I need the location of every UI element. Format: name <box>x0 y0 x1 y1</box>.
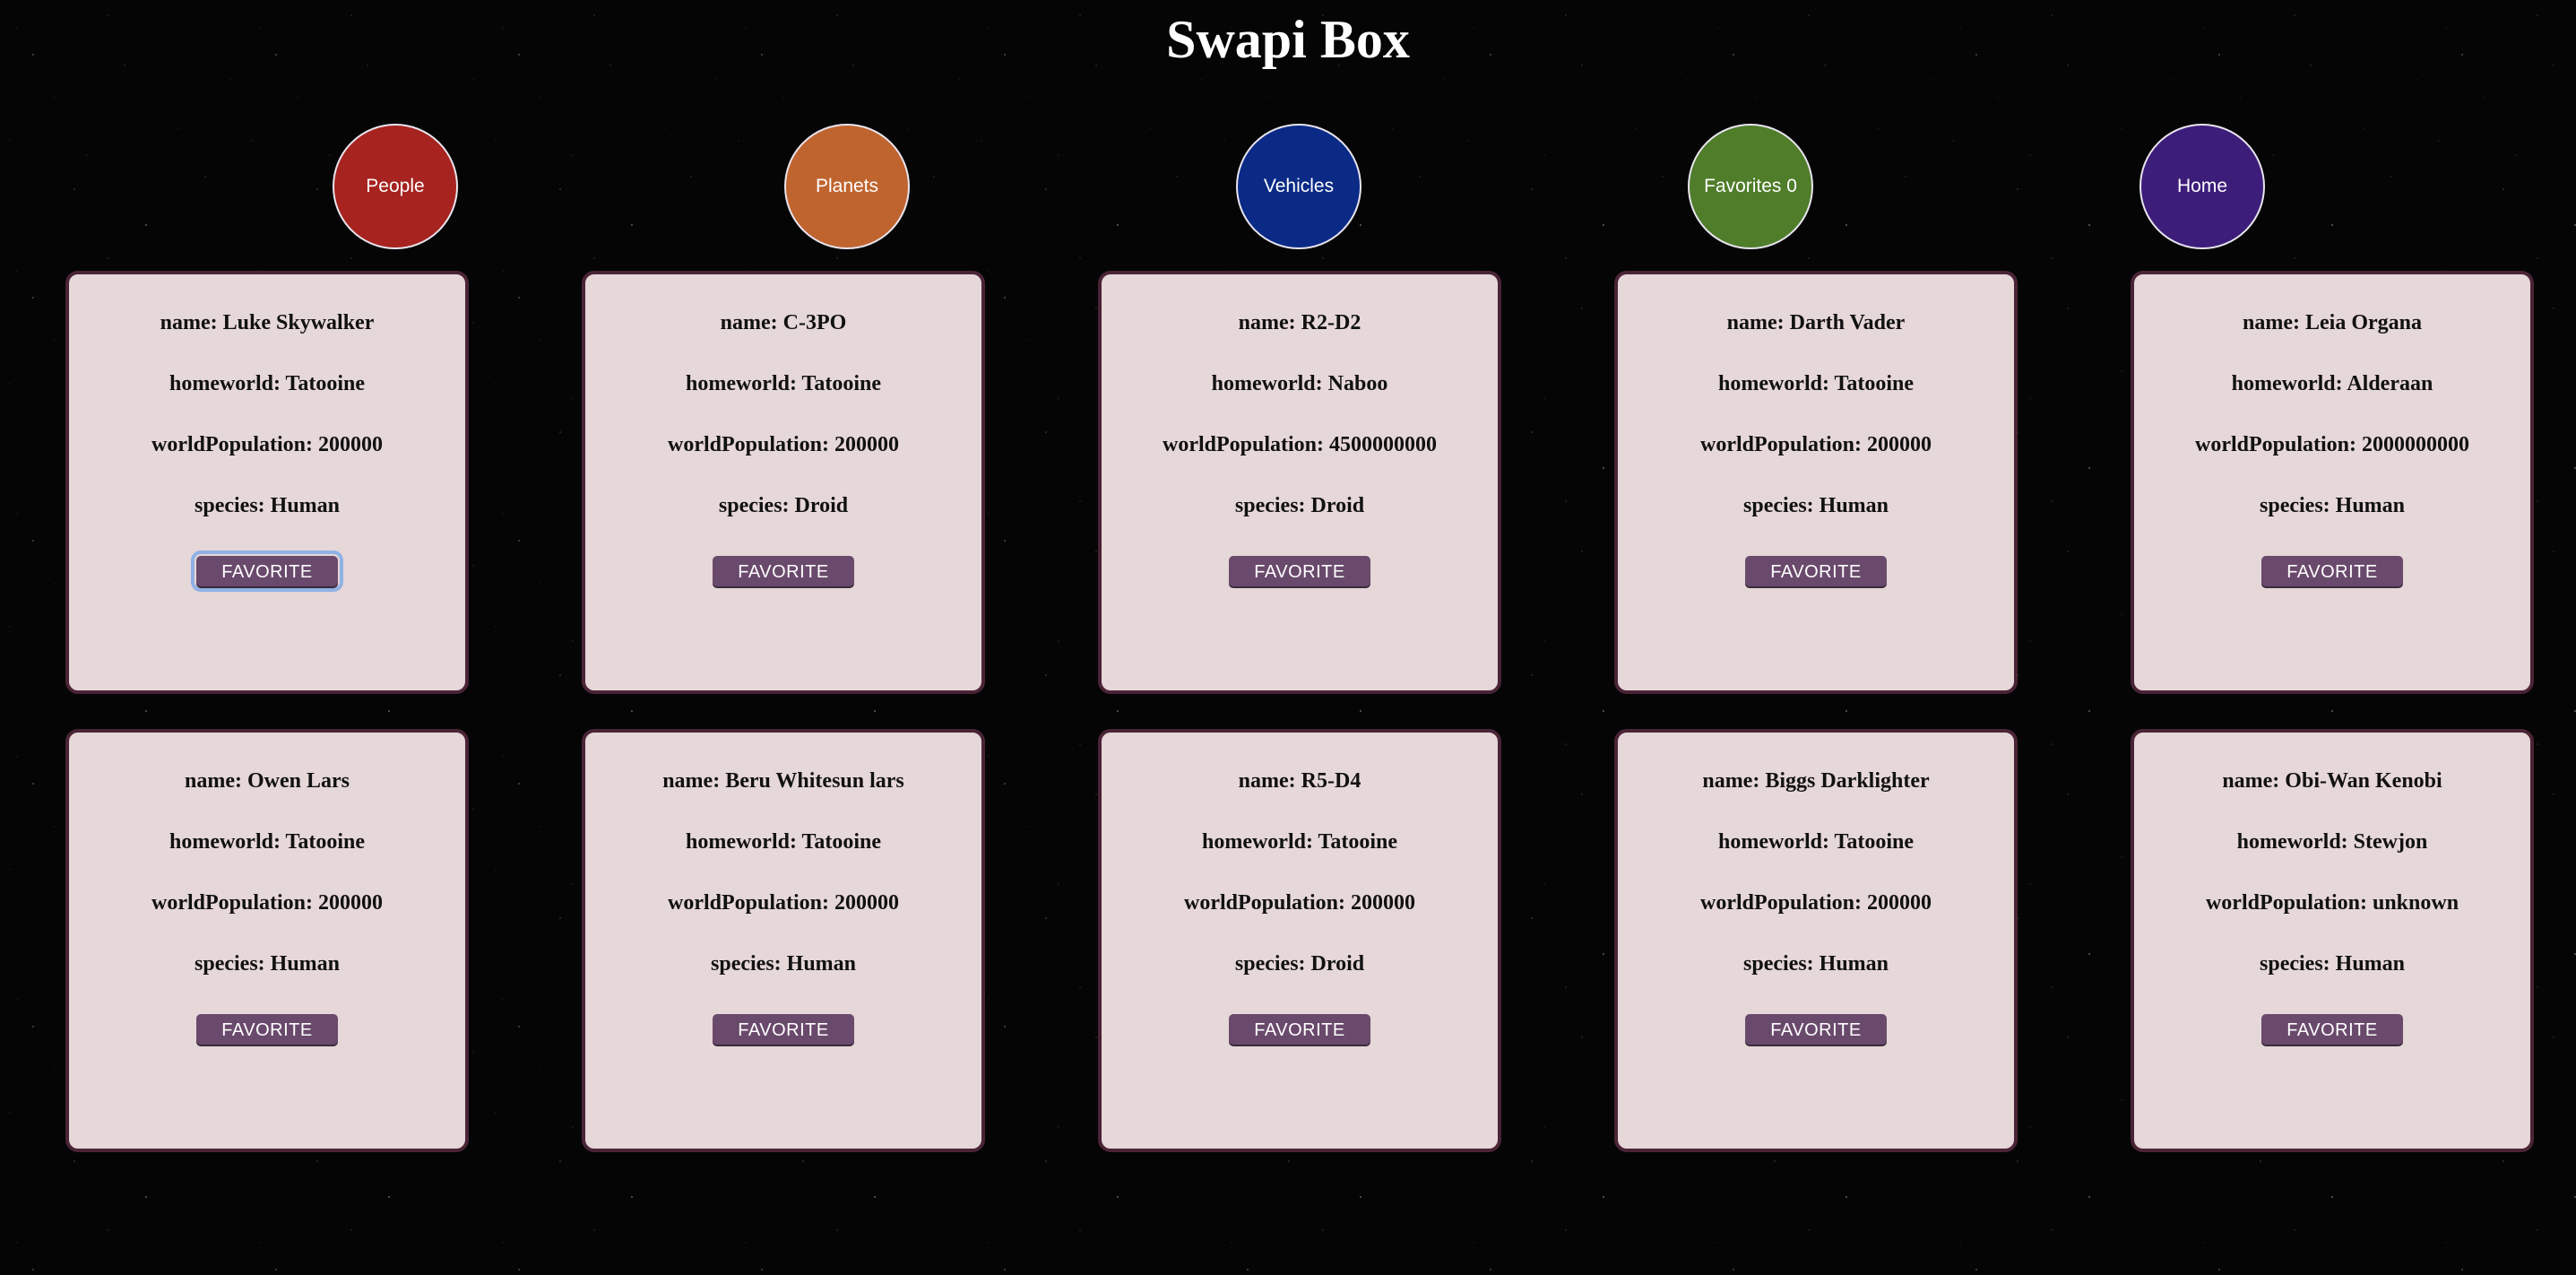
card-name: name: Obi-Wan Kenobi <box>2222 769 2442 793</box>
character-card: name: Darth Vader homeworld: Tatooine wo… <box>1614 271 2018 694</box>
card-population: worldPopulation: 200000 <box>1699 891 1932 915</box>
card-population: worldPopulation: 200000 <box>667 891 900 915</box>
character-card: name: Obi-Wan Kenobi homeworld: Stewjon … <box>2131 729 2534 1152</box>
favorite-button[interactable]: FAVORITE <box>713 1014 854 1045</box>
character-card: name: Luke Skywalker homeworld: Tatooine… <box>65 271 469 694</box>
home-button[interactable]: Home <box>2139 124 2265 249</box>
card-homeworld: homeworld: Alderaan <box>2231 372 2433 395</box>
card-population: worldPopulation: 200000 <box>1183 891 1416 915</box>
card-species: species: Droid <box>718 494 849 517</box>
card-population: worldPopulation: unknown <box>2205 891 2459 915</box>
card-name: name: Luke Skywalker <box>160 311 375 334</box>
card-species: species: Human <box>711 952 856 976</box>
character-card: name: R5-D4 homeworld: Tatooine worldPop… <box>1098 729 1501 1152</box>
card-population: worldPopulation: 200000 <box>151 433 384 456</box>
card-homeworld: homeworld: Stewjon <box>2236 830 2428 854</box>
favorite-button[interactable]: FAVORITE <box>2261 556 2403 586</box>
favorite-button[interactable]: FAVORITE <box>196 1014 338 1045</box>
card-species: species: Human <box>2260 952 2405 976</box>
favorite-button[interactable]: FAVORITE <box>713 556 854 586</box>
favorites-button[interactable]: Favorites 0 <box>1688 124 1813 249</box>
character-card: name: R2-D2 homeworld: Naboo worldPopula… <box>1098 271 1501 694</box>
character-card: name: Leia Organa homeworld: Alderaan wo… <box>2131 271 2534 694</box>
card-name: name: Leia Organa <box>2243 311 2422 334</box>
card-species: species: Human <box>1743 494 1889 517</box>
card-name: name: Owen Lars <box>185 769 350 793</box>
character-card: name: Owen Lars homeworld: Tatooine worl… <box>65 729 469 1152</box>
favorite-button[interactable]: FAVORITE <box>2261 1014 2403 1045</box>
card-homeworld: homeworld: Tatooine <box>685 372 881 395</box>
category-nav: People Planets Vehicles Favorites 0 Home <box>0 124 2576 253</box>
character-card: name: C-3PO homeworld: Tatooine worldPop… <box>582 271 985 694</box>
card-name: name: Beru Whitesun lars <box>662 769 904 793</box>
character-card: name: Biggs Darklighter homeworld: Tatoo… <box>1614 729 2018 1152</box>
favorite-button[interactable]: FAVORITE <box>1229 1014 1370 1045</box>
card-population: worldPopulation: 200000 <box>151 891 384 915</box>
favorite-button[interactable]: FAVORITE <box>1745 556 1887 586</box>
card-homeworld: homeworld: Tatooine <box>169 830 365 854</box>
card-homeworld: homeworld: Tatooine <box>1717 372 1914 395</box>
card-species: species: Human <box>194 494 340 517</box>
card-homeworld: homeworld: Tatooine <box>685 830 881 854</box>
card-species: species: Droid <box>1234 494 1365 517</box>
card-population: worldPopulation: 2000000000 <box>2194 433 2470 456</box>
card-population: worldPopulation: 200000 <box>1699 433 1932 456</box>
page-title: Swapi Box <box>1166 10 1410 69</box>
people-button[interactable]: People <box>333 124 458 249</box>
card-homeworld: homeworld: Tatooine <box>1717 830 1914 854</box>
favorite-button[interactable]: FAVORITE <box>1229 556 1370 586</box>
card-species: species: Droid <box>1234 952 1365 976</box>
card-name: name: Biggs Darklighter <box>1702 769 1930 793</box>
card-species: species: Human <box>1743 952 1889 976</box>
character-card: name: Beru Whitesun lars homeworld: Tato… <box>582 729 985 1152</box>
card-name: name: R2-D2 <box>1238 311 1361 334</box>
favorite-button[interactable]: FAVORITE <box>1745 1014 1887 1045</box>
card-name: name: R5-D4 <box>1238 769 1361 793</box>
card-name: name: C-3PO <box>720 311 847 334</box>
vehicles-button[interactable]: Vehicles <box>1236 124 1361 249</box>
card-species: species: Human <box>194 952 340 976</box>
favorite-button[interactable]: FAVORITE <box>191 551 343 592</box>
card-population: worldPopulation: 200000 <box>667 433 900 456</box>
card-population: worldPopulation: 4500000000 <box>1162 433 1438 456</box>
card-name: name: Darth Vader <box>1726 311 1906 334</box>
card-homeworld: homeworld: Tatooine <box>1201 830 1397 854</box>
planets-button[interactable]: Planets <box>784 124 910 249</box>
card-homeworld: homeworld: Tatooine <box>169 372 365 395</box>
card-homeworld: homeworld: Naboo <box>1211 372 1388 395</box>
card-species: species: Human <box>2260 494 2405 517</box>
